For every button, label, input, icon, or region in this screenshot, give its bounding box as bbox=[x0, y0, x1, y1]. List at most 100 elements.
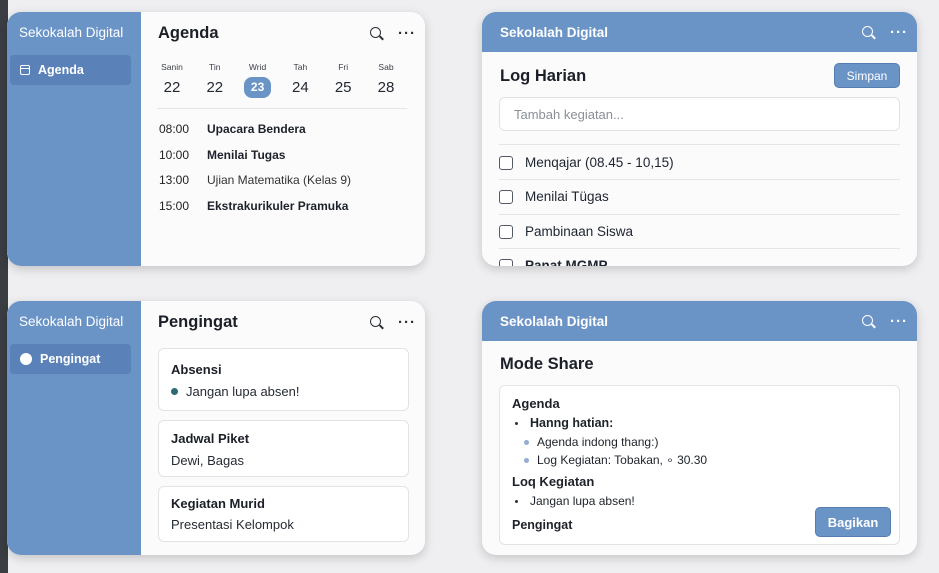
bullet-icon bbox=[524, 457, 529, 463]
app-name: Sekolalah Digital bbox=[500, 25, 609, 40]
agenda-card: Sekokalah Digital Agenda Agenda ··· Sani… bbox=[7, 12, 425, 266]
task-label: Menilai Tügas bbox=[525, 189, 609, 204]
day-4[interactable]: Fri 25 bbox=[325, 62, 361, 98]
share-bullet-text: Jangan lupa absen! bbox=[530, 494, 635, 508]
task-item[interactable]: Menilai Tügas bbox=[499, 189, 900, 204]
divider bbox=[499, 248, 900, 249]
day-name: Tin bbox=[209, 62, 221, 72]
bullet-icon bbox=[515, 421, 518, 425]
task-label: Pambinaan Siswa bbox=[525, 224, 634, 239]
divider bbox=[499, 179, 900, 180]
event-row[interactable]: 08:00 Upacara Bendera bbox=[159, 122, 306, 136]
divider bbox=[157, 108, 407, 109]
bullet-icon bbox=[524, 439, 529, 445]
app-name: Sekokalah Digital bbox=[19, 25, 124, 40]
day-2-selected[interactable]: Wrid 23 bbox=[240, 62, 276, 98]
top-bar: Sekolalah Digital ··· bbox=[482, 301, 917, 341]
event-time: 10:00 bbox=[159, 148, 190, 162]
sidebar-item-label: Agenda bbox=[38, 63, 84, 77]
log-card: Sekolalah Digital ··· Log Harian Simpan … bbox=[482, 12, 917, 266]
reminder-card: Sekokalah Digital Pengingat Pengingat ··… bbox=[7, 301, 425, 555]
day-number: 22 bbox=[206, 79, 224, 96]
day-number-selected: 23 bbox=[244, 77, 272, 98]
day-0[interactable]: Sanin 22 bbox=[154, 62, 190, 98]
more-icon[interactable]: ··· bbox=[398, 26, 416, 41]
bullet-icon bbox=[515, 499, 518, 503]
reminder-item[interactable]: Jadwal Piket Dewi, Bagas bbox=[158, 420, 409, 477]
app-name: Sekokalah Digital bbox=[19, 314, 124, 329]
share-bullet-text: Hanng hatian: bbox=[530, 416, 614, 430]
event-time: 08:00 bbox=[159, 122, 190, 136]
event-name: Ekstrakurikuler Pramuka bbox=[207, 199, 349, 213]
checkbox[interactable] bbox=[499, 258, 513, 266]
search-icon[interactable] bbox=[370, 315, 384, 330]
more-icon[interactable]: ··· bbox=[890, 314, 908, 329]
share-section-agenda: Agenda bbox=[512, 396, 560, 411]
reminder-title: Kegiatan Murid bbox=[171, 496, 265, 511]
reminder-text: Dewi, Bagas bbox=[171, 453, 244, 468]
sidebar-item-agenda[interactable]: Agenda bbox=[10, 55, 131, 85]
task-item[interactable]: Panat MGMP bbox=[499, 258, 900, 266]
task-item[interactable]: Pambinaan Siswa bbox=[499, 224, 900, 239]
save-button[interactable]: Simpan bbox=[834, 63, 900, 88]
reminder-text: Presentasi Kelompok bbox=[171, 517, 294, 532]
day-3[interactable]: Tah 24 bbox=[282, 62, 318, 98]
day-name: Wrid bbox=[248, 62, 267, 72]
top-bar: Sekolalah Digital ··· bbox=[482, 12, 917, 52]
share-sub-text: Agenda indong thang:) bbox=[537, 435, 659, 449]
header-actions: ··· bbox=[370, 26, 416, 41]
checkbox[interactable] bbox=[499, 224, 513, 239]
reminder-body: Presentasi Kelompok bbox=[171, 517, 294, 532]
divider bbox=[499, 144, 900, 145]
event-row[interactable]: 15:00 Ekstrakurikuler Pramuka bbox=[159, 199, 348, 213]
day-number: 24 bbox=[292, 79, 309, 96]
event-name: Menilai Tugas bbox=[207, 148, 286, 162]
dot-icon bbox=[20, 353, 32, 365]
checkbox[interactable] bbox=[499, 189, 513, 204]
calendar-icon bbox=[20, 65, 30, 75]
day-name: Sab bbox=[378, 62, 394, 72]
reminder-item[interactable]: Kegiatan Murid Presentasi Kelompok bbox=[158, 486, 409, 542]
reminder-body: Dewi, Bagas bbox=[171, 453, 244, 468]
reminder-title: Jadwal Piket bbox=[171, 431, 250, 446]
search-icon[interactable] bbox=[862, 314, 876, 329]
search-icon[interactable] bbox=[370, 26, 384, 41]
share-button[interactable]: Bagikan bbox=[815, 507, 891, 537]
day-name: Fri bbox=[338, 62, 349, 72]
reminder-title: Absensi bbox=[171, 362, 222, 377]
page-title: Mode Share bbox=[500, 355, 594, 373]
share-section-reminder: Pengingat bbox=[512, 518, 573, 532]
event-row[interactable]: 13:00 Ujian Matematika (Kelas 9) bbox=[159, 173, 351, 187]
reminder-body: Jangan lupa absen! bbox=[171, 384, 299, 399]
day-number: 28 bbox=[377, 79, 395, 96]
day-name: Tah bbox=[293, 62, 308, 72]
day-number: 25 bbox=[334, 79, 352, 96]
share-sub-bullet: Log Kegiatan: Tobakan, ∘ 30.30 bbox=[524, 453, 707, 467]
header-actions: ··· bbox=[862, 314, 908, 329]
day-1[interactable]: Tin 22 bbox=[197, 62, 233, 98]
day-5[interactable]: Sab 28 bbox=[368, 62, 404, 98]
reminder-text: Jangan lupa absen! bbox=[186, 384, 300, 399]
more-icon[interactable]: ··· bbox=[890, 25, 908, 40]
event-time: 13:00 bbox=[159, 173, 190, 187]
checkbox[interactable] bbox=[499, 155, 513, 170]
reminder-item[interactable]: Absensi Jangan lupa absen! bbox=[158, 348, 409, 411]
sidebar: Sekokalah Digital Pengingat bbox=[7, 301, 141, 555]
event-time: 15:00 bbox=[159, 199, 190, 213]
header-actions: ··· bbox=[862, 25, 908, 40]
sidebar-item-reminder[interactable]: Pengingat bbox=[10, 344, 131, 374]
share-sub-bullet: Agenda indong thang:) bbox=[524, 435, 658, 449]
share-section-log: Loq Kegiatan bbox=[512, 474, 595, 489]
task-label: Menqajar (08.45 - 10,15) bbox=[525, 155, 674, 170]
event-row[interactable]: 10:00 Menilai Tugas bbox=[159, 148, 285, 162]
page-title: Agenda bbox=[158, 24, 219, 42]
divider bbox=[499, 214, 900, 215]
task-label: Panat MGMP bbox=[525, 258, 608, 266]
week-strip: Sanin 22 Tin 22 Wrid 23 Tah 24 Fri 25 Sab 28 bbox=[154, 62, 404, 98]
add-activity-input[interactable] bbox=[499, 97, 900, 131]
event-name: Ujian Matematika (Kelas 9) bbox=[207, 173, 352, 187]
task-item[interactable]: Menqajar (08.45 - 10,15) bbox=[499, 155, 900, 170]
search-icon[interactable] bbox=[862, 25, 876, 40]
more-icon[interactable]: ··· bbox=[398, 315, 416, 330]
share-sub-text: Log Kegiatan: Tobakan, ∘ 30.30 bbox=[537, 453, 708, 467]
